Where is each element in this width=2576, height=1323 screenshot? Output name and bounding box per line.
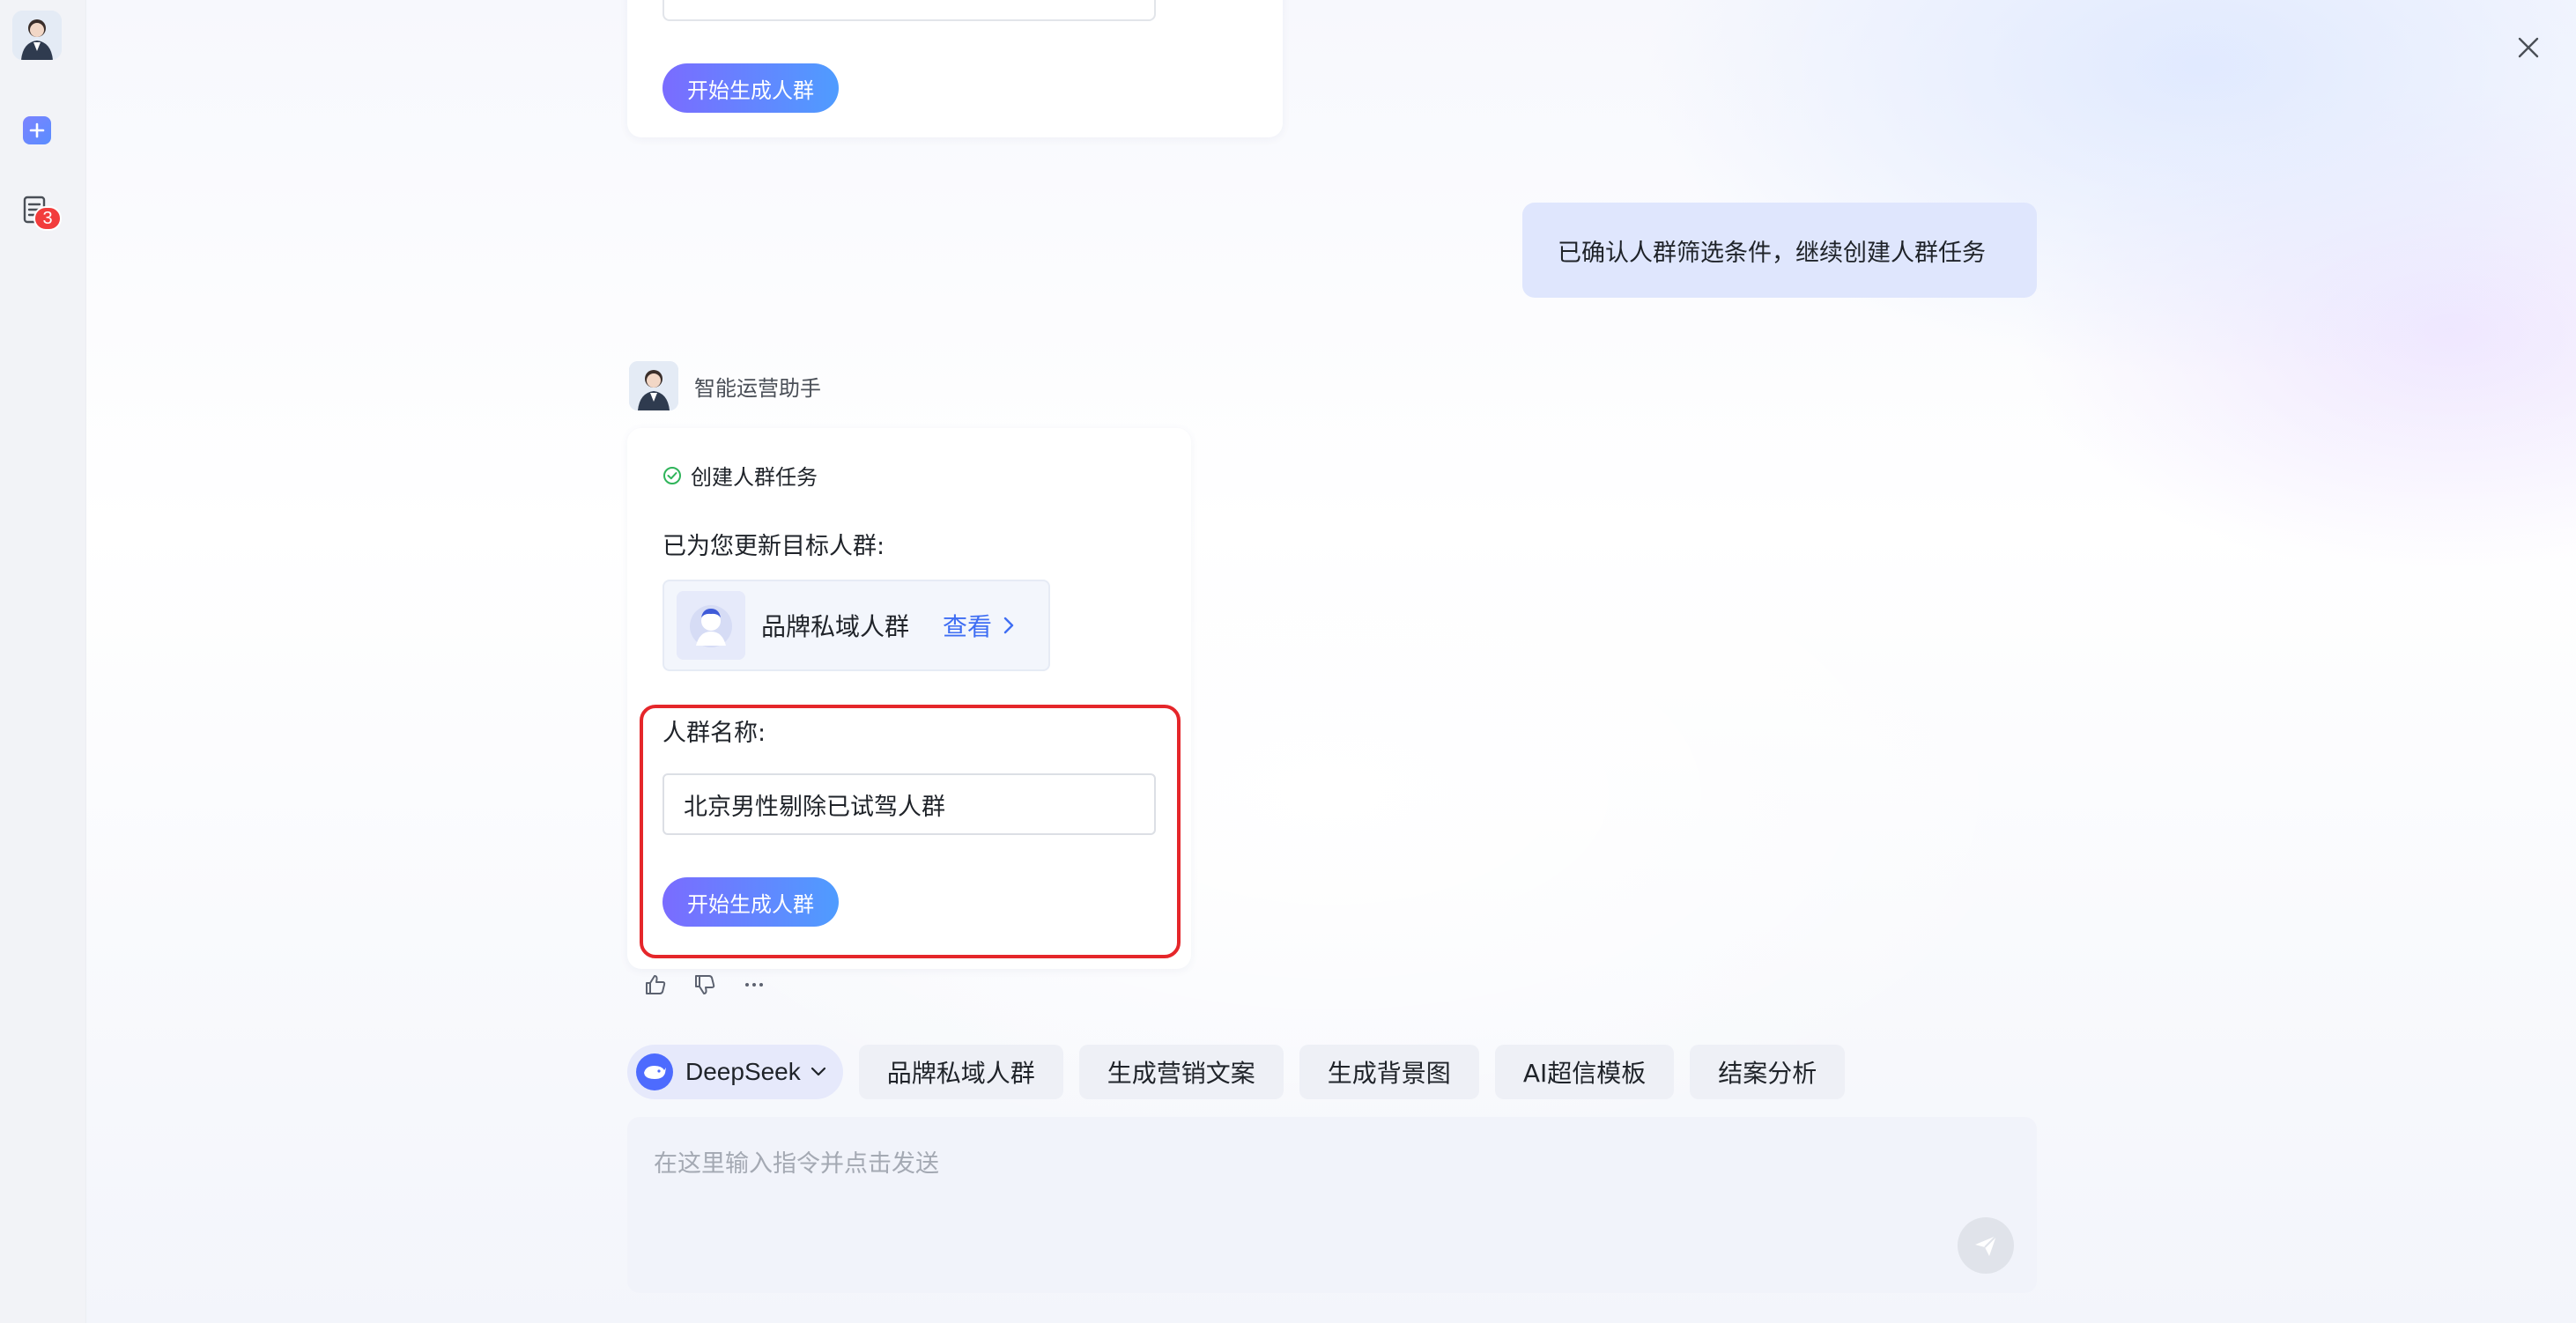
audience-card[interactable]: 品牌私域人群 查看 [663,580,1050,671]
model-selector[interactable]: DeepSeek [627,1045,843,1099]
user-message-text: 已确认人群筛选条件，继续创建人群任务 [1558,239,1986,267]
deepseek-whale-icon [636,1053,673,1090]
new-chat-plus-icon[interactable] [23,116,51,144]
thumbs-up-icon[interactable] [643,972,668,997]
check-circle-icon [663,466,682,485]
quick-action-background-image[interactable]: 生成背景图 [1299,1045,1479,1099]
close-icon[interactable] [2513,32,2544,63]
audience-name: 品牌私域人群 [761,612,910,641]
task-step-text: 创建人群任务 [691,465,818,490]
quick-action-private-audience[interactable]: 品牌私域人群 [858,1045,1063,1099]
sidebar: 3 [0,0,86,1323]
tasks-count-badge: 3 [33,206,62,231]
updated-audience-label: 已为您更新目标人群: [663,533,885,560]
thumbs-down-icon[interactable] [692,972,717,997]
view-audience-link[interactable]: 查看 [943,608,1015,643]
feedback-bar [643,969,791,1001]
previous-reply-card: 开始生成人群 [627,0,1283,137]
model-name: DeepSeek [685,1058,801,1085]
previous-generate-button[interactable]: 开始生成人群 [663,63,839,113]
quick-actions: DeepSeek 品牌私域人群 生成营销文案 生成背景图 AI超信模板 结案分析 [627,1045,1846,1099]
chevron-down-icon [810,1066,827,1078]
user-message-bubble: 已确认人群筛选条件，继续创建人群任务 [1522,203,2037,298]
assistant-avatar-icon[interactable] [12,11,62,60]
chevron-right-icon [1003,616,1015,635]
highlight-annotation [640,705,1181,958]
message-input[interactable] [654,1142,1887,1186]
assistant-name: 智能运营助手 [694,375,821,401]
previous-name-input[interactable] [663,0,1156,21]
message-composer [627,1117,2037,1293]
task-step: 创建人群任务 [663,460,818,491]
quick-action-case-analysis[interactable]: 结案分析 [1690,1045,1846,1099]
quick-action-marketing-copy[interactable]: 生成营销文案 [1078,1045,1284,1099]
assistant-avatar-icon [629,361,678,410]
view-label: 查看 [943,612,993,641]
quick-action-ai-sms-template[interactable]: AI超信模板 [1494,1045,1675,1099]
assistant-header: 智能运营助手 [629,361,821,410]
audience-person-icon [677,591,745,660]
send-icon[interactable] [1958,1217,2014,1274]
more-options-icon[interactable] [742,972,766,997]
